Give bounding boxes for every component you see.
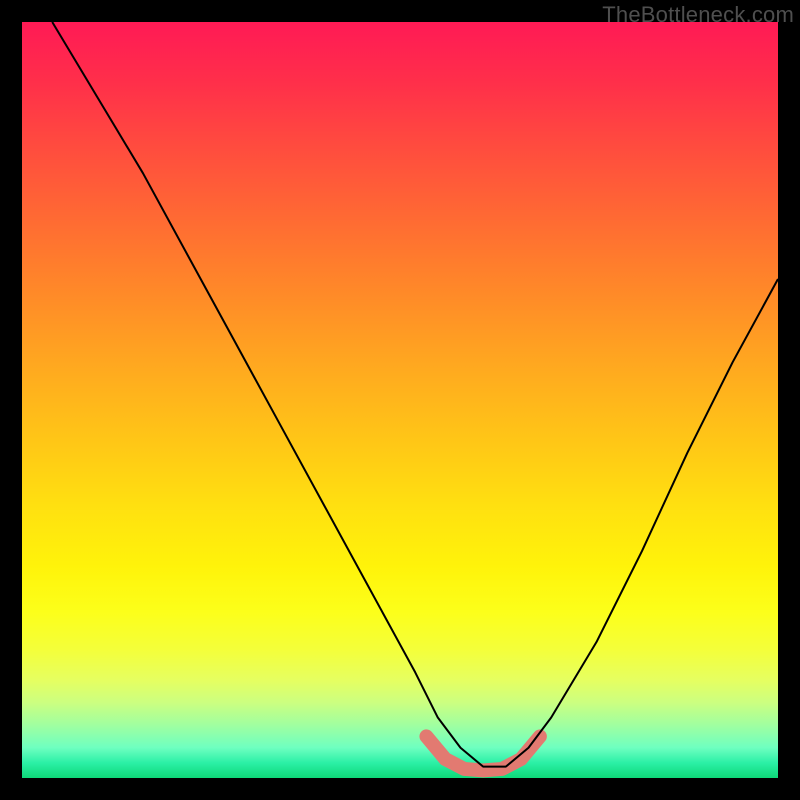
- curve-layer: [22, 22, 778, 778]
- chart-frame: TheBottleneck.com: [0, 0, 800, 800]
- black-curve-path: [52, 22, 778, 767]
- plot-area: [22, 22, 778, 778]
